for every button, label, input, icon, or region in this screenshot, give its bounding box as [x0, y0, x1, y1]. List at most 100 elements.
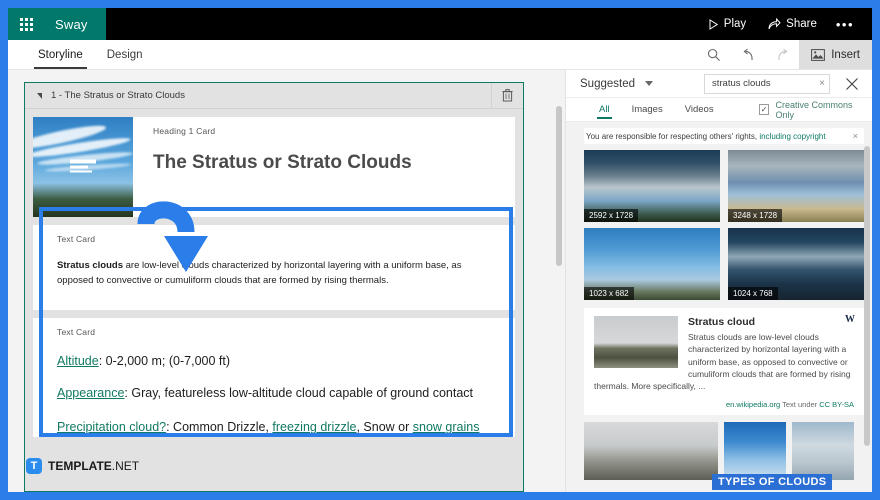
link-appearance[interactable]: Appearance: [57, 386, 124, 400]
close-icon: [846, 77, 858, 90]
results-row-1: 2592 x 1728 3248 x 1728: [584, 150, 864, 222]
insert-results: You are responsible for respecting other…: [566, 122, 872, 492]
redo-button[interactable]: [765, 40, 799, 69]
insert-tab-videos-label: Videos: [684, 104, 714, 115]
chevron-down-icon[interactable]: [645, 81, 653, 86]
text-card-1-body[interactable]: Stratus clouds are low-level clouds char…: [33, 244, 515, 310]
collapse-triangle-icon[interactable]: [37, 92, 42, 99]
wikipedia-card-description-tail: thermals. More specifically, ...: [594, 381, 706, 392]
creative-commons-label: Creative Commons Only: [775, 99, 853, 120]
insert-label: Insert: [831, 48, 860, 61]
creative-commons-checkbox[interactable]: ✓: [758, 104, 770, 115]
text-card-2-label: Text Card: [57, 327, 96, 338]
result-image-5[interactable]: [584, 421, 718, 480]
storyline-scrollbar[interactable]: [553, 70, 565, 492]
ribbon-actions: Insert: [697, 40, 872, 69]
wikipedia-card-body: Stratus cloud Stratus clouds are low-lev…: [688, 316, 854, 380]
top-bar-actions: Play Share •••: [697, 8, 872, 40]
play-label: Play: [723, 18, 747, 30]
app-launcher-waffle-icon[interactable]: [20, 17, 33, 31]
precipitation-text-a: : Common Drizzle,: [166, 420, 273, 435]
heading-card-body: Heading 1 Card The Stratus or Strato Clo…: [133, 117, 515, 217]
search-button[interactable]: [697, 40, 731, 69]
wikipedia-thumbnail: [594, 316, 678, 368]
insert-tab-all[interactable]: All: [588, 104, 621, 119]
heading-1-card[interactable]: Heading 1 Card The Stratus or Strato Clo…: [33, 117, 515, 217]
text-card-2-line-appearance[interactable]: Appearance: Gray, featureless low-altitu…: [33, 371, 515, 403]
template-net-watermark: T TEMPLATE.NET: [26, 458, 139, 474]
wikipedia-source-link[interactable]: en.wikipedia.org: [726, 400, 780, 409]
result-image-4-dimensions: 1024 x 768: [728, 287, 778, 300]
share-button[interactable]: Share: [757, 8, 828, 40]
text-card-2[interactable]: Text Card Altitude: 0-2,000 m; (0-7,000 …: [33, 318, 515, 438]
result-image-4[interactable]: 1024 x 768: [728, 228, 864, 300]
wikipedia-card-title: Stratus cloud: [688, 316, 756, 328]
text-card-2-line-precipitation[interactable]: Precipitation cloud?: Common Drizzle, fr…: [33, 403, 515, 437]
storyline-scrollbar-thumb[interactable]: [556, 106, 563, 266]
insert-tab-images[interactable]: Images: [621, 104, 674, 115]
copyright-notice: You are responsible for respecting other…: [584, 128, 864, 144]
tab-storyline[interactable]: Storyline: [26, 40, 95, 69]
insert-panel-header: Suggested stratus clouds ×: [566, 70, 872, 98]
heading-card-label: Heading 1 Card: [153, 126, 216, 136]
clear-search-icon[interactable]: ×: [819, 78, 825, 89]
link-precipitation-cloud[interactable]: Precipitation cloud?: [57, 420, 166, 434]
wikipedia-result-card[interactable]: W Stratus cloud Stratus clouds are low-l…: [584, 308, 864, 415]
redo-icon: [778, 48, 788, 60]
wikipedia-logo-icon: W: [845, 314, 855, 325]
insert-image-icon: [811, 48, 826, 61]
text-card-1[interactable]: Text Card Stratus clouds are low-level c…: [33, 225, 515, 311]
insert-button[interactable]: Insert: [799, 40, 872, 69]
undo-button[interactable]: [731, 40, 765, 69]
tab-design[interactable]: Design: [95, 40, 155, 69]
storyline-panel: 1 - The Stratus or Strato Clouds Heading…: [8, 70, 554, 492]
insert-panel-scrollbar-thumb[interactable]: [864, 146, 870, 446]
insert-panel-tabs: All Images Videos ✓ Creative Commons Onl…: [566, 98, 872, 122]
ribbon-tabs: Storyline Design: [8, 40, 155, 69]
link-snow-grains[interactable]: snow grains: [413, 420, 480, 434]
play-button[interactable]: Play: [697, 8, 757, 40]
dismiss-notice-button[interactable]: ×: [853, 131, 858, 141]
section-title: 1 - The Stratus or Strato Clouds: [51, 90, 185, 101]
precipitation-text-b: , Snow or: [356, 420, 413, 435]
insert-panel: Suggested stratus clouds × All Images Vi…: [565, 70, 872, 492]
close-insert-panel-button[interactable]: [838, 77, 866, 91]
main-content: 1 - The Stratus or Strato Clouds Heading…: [8, 70, 872, 492]
trash-icon: [502, 89, 513, 102]
card-list: Heading 1 Card The Stratus or Strato Clo…: [25, 109, 523, 438]
template-net-label: TEMPLATE.NET: [48, 459, 139, 473]
types-of-clouds-banner: TYPES OF CLOUDS: [712, 474, 833, 490]
text-card-2-line-altitude[interactable]: Altitude: 0-2,000 m; (0-7,000 ft): [33, 337, 515, 371]
copyright-notice-text: You are responsible for respecting other…: [586, 132, 826, 141]
result-image-7[interactable]: [792, 421, 854, 480]
storyline-section: 1 - The Stratus or Strato Clouds Heading…: [24, 82, 524, 492]
source-dropdown-label[interactable]: Suggested: [580, 78, 635, 90]
link-altitude[interactable]: Altitude: [57, 354, 99, 368]
heading-card-title[interactable]: The Stratus or Strato Clouds: [153, 136, 515, 174]
brand-area[interactable]: Sway: [8, 8, 106, 40]
result-image-2[interactable]: 3248 x 1728: [728, 150, 864, 222]
wikipedia-license-link[interactable]: CC BY-SA: [819, 400, 854, 409]
wikipedia-card-source: en.wikipedia.org Text under CC BY-SA: [594, 400, 854, 409]
section-header: 1 - The Stratus or Strato Clouds: [25, 83, 523, 109]
result-image-1[interactable]: 2592 x 1728: [584, 150, 720, 222]
more-options-button[interactable]: •••: [828, 8, 862, 40]
delete-section-button[interactable]: [491, 83, 523, 109]
result-image-3[interactable]: 1023 x 682: [584, 228, 720, 300]
insert-search-value: stratus clouds: [712, 78, 771, 89]
card-thumbnail-image[interactable]: [33, 117, 133, 217]
share-icon: [768, 18, 781, 30]
appearance-value: : Gray, featureless low-altitude cloud c…: [124, 386, 473, 401]
result-image-1-dimensions: 2592 x 1728: [584, 209, 639, 222]
link-freezing-drizzle[interactable]: freezing drizzle: [272, 420, 356, 434]
template-net-logo-icon: T: [26, 458, 42, 474]
insert-search-input[interactable]: stratus clouds ×: [704, 73, 830, 94]
result-image-6[interactable]: [724, 421, 786, 480]
insert-tab-all-label: All: [599, 104, 610, 115]
ribbon-bar: Storyline Design Insert: [8, 40, 872, 70]
insert-tab-videos[interactable]: Videos: [674, 104, 725, 115]
text-card-1-label: Text Card: [57, 234, 96, 244]
creative-commons-toggle[interactable]: ✓ Creative Commons Only: [758, 99, 872, 120]
results-row-2: 1023 x 682 1024 x 768: [584, 228, 864, 300]
copyright-notice-link[interactable]: including copyright: [759, 132, 825, 141]
